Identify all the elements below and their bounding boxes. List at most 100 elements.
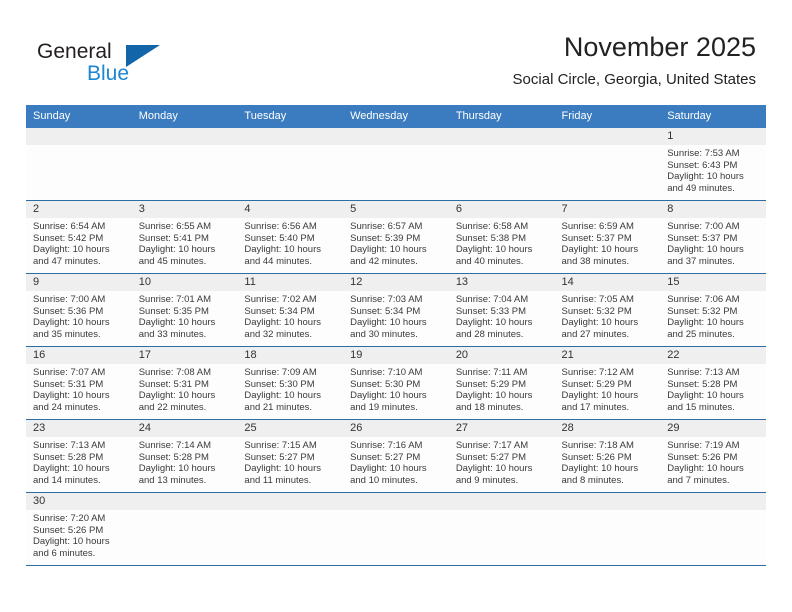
day-details: Sunrise: 7:14 AM Sunset: 5:28 PM Daylight:… bbox=[132, 437, 238, 486]
logo-divider bbox=[81, 62, 84, 86]
day-details: Sunrise: 7:02 AM Sunset: 5:34 PM Daylight:… bbox=[237, 291, 343, 340]
sunrise-text: Sunrise: 7:07 AM bbox=[33, 367, 106, 378]
day-cell[interactable]: 23 Sunrise: 7:13 AM Sunset: 5:28 PM Dayligh… bbox=[26, 419, 132, 493]
day-cell[interactable]: 25 Sunrise: 7:15 AM Sunset: 5:27 PM Dayligh… bbox=[237, 419, 344, 493]
day-details: Sunrise: 7:17 AM Sunset: 5:27 PM Daylight:… bbox=[449, 437, 555, 486]
day-cell[interactable]: 12 Sunrise: 7:03 AM Sunset: 5:34 PM Dayligh… bbox=[343, 273, 449, 347]
day-cell[interactable]: 28 Sunrise: 7:18 AM Sunset: 5:26 PM Dayligh… bbox=[554, 419, 661, 493]
day-cell[interactable]: 18 Sunrise: 7:09 AM Sunset: 5:30 PM Dayligh… bbox=[237, 346, 344, 420]
day-details: Sunrise: 6:59 AM Sunset: 5:37 PM Daylight:… bbox=[555, 218, 661, 267]
day-cell[interactable]: 5 Sunrise: 6:57 AM Sunset: 5:39 PM Daylight… bbox=[343, 200, 449, 274]
sunset-text: Sunset: 5:40 PM bbox=[244, 232, 315, 244]
day-cell[interactable]: 22 Sunrise: 7:13 AM Sunset: 5:28 PM Dayligh… bbox=[660, 346, 766, 420]
logo-triangle-icon bbox=[126, 45, 160, 67]
sunset-text: Sunset: 5:27 PM bbox=[350, 451, 421, 463]
day-cell[interactable]: 10 Sunrise: 7:01 AM Sunset: 5:35 PM Dayligh… bbox=[131, 273, 238, 347]
daylight-text: Daylight: 10 hours and 10 minutes. bbox=[350, 463, 427, 486]
day-cell[interactable] bbox=[237, 128, 344, 201]
day-cell[interactable] bbox=[237, 492, 344, 566]
sunrise-text: Sunrise: 7:05 AM bbox=[561, 294, 634, 305]
day-number bbox=[343, 493, 449, 510]
day-cell[interactable]: 24 Sunrise: 7:14 AM Sunset: 5:28 PM Dayligh… bbox=[131, 419, 238, 493]
day-number: 29 bbox=[660, 420, 766, 437]
sunrise-text: Sunrise: 7:06 AM bbox=[667, 294, 740, 305]
day-details: Sunrise: 7:08 AM Sunset: 5:31 PM Daylight:… bbox=[132, 364, 238, 413]
sunset-text: Sunset: 5:39 PM bbox=[350, 232, 421, 244]
day-number: 18 bbox=[237, 347, 344, 364]
day-number: 21 bbox=[554, 347, 661, 364]
day-cell[interactable]: 6 Sunrise: 6:58 AM Sunset: 5:38 PM Daylight… bbox=[448, 200, 555, 274]
sunrise-text: Sunrise: 7:13 AM bbox=[33, 440, 106, 451]
sunset-text: Sunset: 5:28 PM bbox=[33, 451, 104, 463]
day-cell[interactable]: 26 Sunrise: 7:16 AM Sunset: 5:27 PM Dayligh… bbox=[343, 419, 449, 493]
day-cell[interactable]: 16 Sunrise: 7:07 AM Sunset: 5:31 PM Dayligh… bbox=[26, 346, 132, 420]
sunset-text: Sunset: 5:27 PM bbox=[455, 451, 527, 463]
day-cell[interactable]: 15 Sunrise: 7:06 AM Sunset: 5:32 PM Dayligh… bbox=[660, 273, 766, 347]
day-cell[interactable]: 8 Sunrise: 7:00 AM Sunset: 5:37 PM Daylight… bbox=[660, 200, 766, 274]
day-details: Sunrise: 7:03 AM Sunset: 5:34 PM Daylight:… bbox=[343, 291, 449, 340]
day-number bbox=[237, 493, 344, 510]
day-cell[interactable]: 4 Sunrise: 6:56 AM Sunset: 5:40 PM Daylight… bbox=[237, 200, 344, 274]
day-cell[interactable]: 17 Sunrise: 7:08 AM Sunset: 5:31 PM Dayligh… bbox=[131, 346, 238, 420]
day-number bbox=[131, 493, 238, 510]
day-cell[interactable] bbox=[448, 492, 555, 566]
day-cell[interactable]: 30 Sunrise: 7:20 AM Sunset: 5:26 PM Dayligh… bbox=[26, 492, 132, 566]
daylight-text: Daylight: 10 hours and 9 minutes. bbox=[455, 463, 533, 486]
day-cell[interactable] bbox=[26, 128, 132, 201]
sunrise-text: Sunrise: 7:08 AM bbox=[138, 367, 212, 378]
day-details: Sunrise: 6:56 AM Sunset: 5:40 PM Daylight:… bbox=[237, 218, 343, 267]
day-cell[interactable] bbox=[554, 128, 661, 201]
day-details: Sunrise: 7:01 AM Sunset: 5:35 PM Daylight:… bbox=[132, 291, 238, 340]
day-cell[interactable]: 3 Sunrise: 6:55 AM Sunset: 5:41 PM Daylight… bbox=[131, 200, 238, 274]
sunrise-text: Sunrise: 7:00 AM bbox=[667, 221, 740, 232]
weekday-header-row: Sunday Monday Tuesday Wednesday Thursday… bbox=[26, 105, 766, 128]
day-cell[interactable]: 2 Sunrise: 6:54 AM Sunset: 5:42 PM Daylight… bbox=[26, 200, 132, 274]
daylight-text: Daylight: 10 hours and 27 minutes. bbox=[561, 317, 639, 340]
sunrise-text: Sunrise: 7:20 AM bbox=[33, 513, 106, 524]
day-cell[interactable]: 11 Sunrise: 7:02 AM Sunset: 5:34 PM Dayligh… bbox=[237, 273, 344, 347]
day-cell[interactable]: 19 Sunrise: 7:10 AM Sunset: 5:30 PM Dayligh… bbox=[343, 346, 449, 420]
day-cell[interactable]: 21 Sunrise: 7:12 AM Sunset: 5:29 PM Dayligh… bbox=[554, 346, 661, 420]
sunset-text: Sunset: 5:36 PM bbox=[33, 305, 104, 317]
day-number: 8 bbox=[660, 201, 766, 218]
day-details: Sunrise: 7:20 AM Sunset: 5:26 PM Daylight:… bbox=[26, 510, 132, 559]
sunset-text: Sunset: 5:26 PM bbox=[33, 524, 104, 536]
sunrise-text: Sunrise: 6:54 AM bbox=[33, 221, 106, 232]
sunrise-text: Sunrise: 7:18 AM bbox=[561, 440, 634, 451]
day-cell[interactable] bbox=[660, 492, 766, 566]
sunrise-text: Sunrise: 6:58 AM bbox=[455, 221, 529, 232]
day-cell[interactable]: 7 Sunrise: 6:59 AM Sunset: 5:37 PM Daylight… bbox=[554, 200, 661, 274]
day-cell[interactable] bbox=[131, 128, 238, 201]
day-cell[interactable]: 9 Sunrise: 7:00 AM Sunset: 5:36 PM Daylight… bbox=[26, 273, 132, 347]
day-number: 30 bbox=[26, 493, 132, 510]
day-details: Sunrise: 7:13 AM Sunset: 5:28 PM Daylight:… bbox=[660, 364, 766, 413]
day-number: 24 bbox=[131, 420, 238, 437]
day-details: Sunrise: 7:16 AM Sunset: 5:27 PM Daylight:… bbox=[343, 437, 449, 486]
day-details: Sunrise: 7:19 AM Sunset: 5:26 PM Daylight:… bbox=[660, 437, 766, 486]
day-cell[interactable]: 27 Sunrise: 7:17 AM Sunset: 5:27 PM Dayligh… bbox=[448, 419, 555, 493]
day-number bbox=[448, 493, 555, 510]
day-number: 1 bbox=[660, 128, 766, 145]
day-details: Sunrise: 7:12 AM Sunset: 5:29 PM Daylight:… bbox=[555, 364, 661, 413]
general-blue-logo[interactable]: General Blue bbox=[37, 40, 227, 90]
day-number bbox=[554, 493, 661, 510]
daylight-text: Daylight: 10 hours and 37 minutes. bbox=[667, 244, 744, 267]
day-cell[interactable] bbox=[343, 128, 449, 201]
day-cell[interactable]: 13 Sunrise: 7:04 AM Sunset: 5:33 PM Dayligh… bbox=[448, 273, 555, 347]
day-cell[interactable]: 14 Sunrise: 7:05 AM Sunset: 5:32 PM Dayligh… bbox=[554, 273, 661, 347]
sunrise-text: Sunrise: 7:11 AM bbox=[455, 367, 528, 378]
day-cell[interactable] bbox=[554, 492, 661, 566]
day-cell[interactable]: 20 Sunrise: 7:11 AM Sunset: 5:29 PM Dayligh… bbox=[448, 346, 555, 420]
day-cell[interactable]: 29 Sunrise: 7:19 AM Sunset: 5:26 PM Dayligh… bbox=[660, 419, 766, 493]
calendar-header-row: Sunday Monday Tuesday Wednesday Thursday… bbox=[26, 105, 766, 128]
sunset-text: Sunset: 5:28 PM bbox=[667, 378, 738, 390]
day-cell[interactable] bbox=[131, 492, 238, 566]
day-cell[interactable] bbox=[448, 128, 555, 201]
day-number: 9 bbox=[26, 274, 132, 291]
day-cell[interactable] bbox=[343, 492, 449, 566]
weekday-header-saturday: Saturday bbox=[660, 105, 766, 128]
day-cell[interactable]: 1 Sunrise: 7:53 AM Sunset: 6:43 PM Daylight… bbox=[660, 128, 766, 201]
weekday-header-sunday: Sunday bbox=[26, 105, 132, 128]
day-number: 7 bbox=[554, 201, 661, 218]
day-details: Sunrise: 7:00 AM Sunset: 5:37 PM Daylight:… bbox=[660, 218, 766, 267]
